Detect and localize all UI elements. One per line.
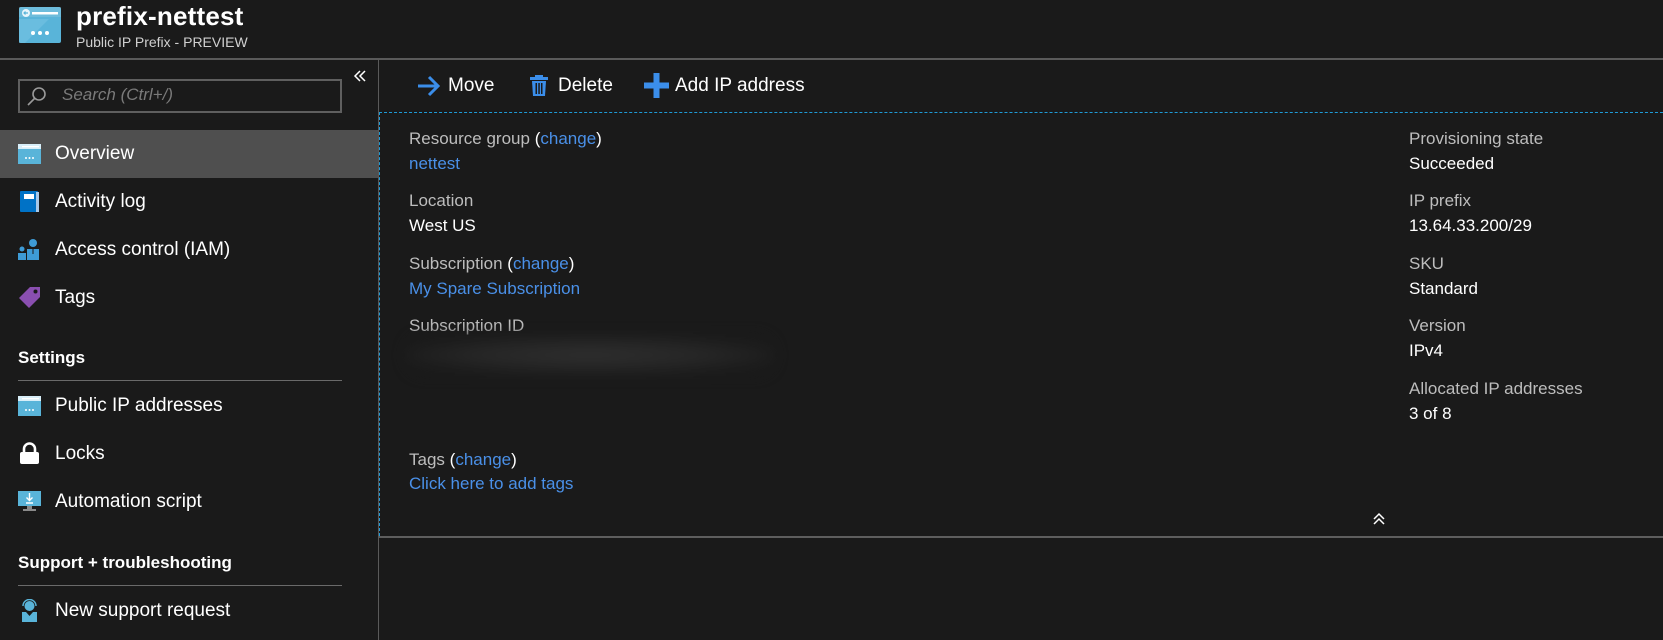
section-divider <box>18 380 342 381</box>
arrow-right-icon <box>417 75 441 102</box>
iam-icon <box>18 238 41 261</box>
allocated-ip-label: Allocated IP addresses <box>1409 379 1583 398</box>
sidebar-item-label: Overview <box>55 143 135 164</box>
allocated-ip-value: 3 of 8 <box>1409 404 1452 423</box>
tag-icon <box>18 286 41 309</box>
automation-script-icon <box>18 490 41 513</box>
subscription-id-value-redacted <box>405 335 775 375</box>
ip-prefix-value: 13.64.33.200/29 <box>1409 216 1532 235</box>
location-value: West US <box>409 216 476 235</box>
sidebar-item-public-ip-addresses[interactable]: Public IP addresses <box>0 382 378 430</box>
search-placeholder[interactable]: Search (Ctrl+/) <box>62 83 173 107</box>
sidebar-item-label: Activity log <box>55 191 146 212</box>
sidebar-item-label: Locks <box>55 443 105 464</box>
provisioning-state-value: Succeeded <box>1409 154 1495 173</box>
sku-value: Standard <box>1409 279 1478 298</box>
provisioning-state-label: Provisioning state <box>1409 129 1544 148</box>
sidebar-item-overview[interactable]: Overview <box>0 130 378 178</box>
overview-icon <box>18 142 41 165</box>
section-title-support: Support + troubleshooting <box>18 553 232 572</box>
subscription-id-label: Subscription ID <box>409 316 525 335</box>
delete-label: Delete <box>558 75 613 96</box>
sidebar-item-locks[interactable]: Locks <box>0 430 378 478</box>
sidebar-item-label: Access control (IAM) <box>55 239 231 260</box>
sidebar-item-automation-script[interactable]: Automation script <box>0 478 378 526</box>
public-ip-prefix-icon <box>19 7 61 43</box>
sidebar-item-activity-log[interactable]: Activity log <box>0 178 378 226</box>
sidebar-item-label: Public IP addresses <box>55 395 223 416</box>
subscription-label: Subscription (change) <box>409 254 575 273</box>
resource-group-link[interactable]: nettest <box>409 153 460 175</box>
double-chevron-left-icon[interactable] <box>352 68 368 84</box>
delete-button[interactable]: Delete <box>528 70 628 104</box>
add-ip-address-button[interactable]: Add IP address <box>643 70 813 104</box>
public-ip-icon <box>18 394 41 417</box>
version-value: IPv4 <box>1409 341 1444 360</box>
section-divider <box>18 585 342 586</box>
double-chevron-up-icon[interactable] <box>1371 511 1387 527</box>
sidebar-item-label: New support request <box>55 600 231 621</box>
ip-prefix-label: IP prefix <box>1409 191 1472 210</box>
move-label: Move <box>448 75 495 96</box>
location-label: Location <box>409 191 474 210</box>
sidebar-item-label: Tags <box>55 287 96 308</box>
page-subtitle: Public IP Prefix - PREVIEW <box>76 34 248 50</box>
sidebar-item-new-support-request[interactable]: New support request <box>0 587 378 635</box>
search-icon <box>26 85 48 107</box>
sidebar-item-label: Automation script <box>55 491 202 512</box>
page-title: prefix-nettest <box>76 1 244 31</box>
trash-icon <box>530 75 548 102</box>
resource-group-change-link[interactable]: change <box>540 129 596 148</box>
add-ip-address-label: Add IP address <box>675 75 805 96</box>
lock-icon <box>18 442 41 465</box>
tags-label: Tags (change) <box>409 450 517 469</box>
subscription-link[interactable]: My Spare Subscription <box>409 278 580 300</box>
support-request-icon <box>18 598 41 622</box>
sidebar-item-access-control[interactable]: Access control (IAM) <box>0 226 378 274</box>
sku-label: SKU <box>1409 254 1444 273</box>
tags-change-link[interactable]: change <box>455 450 511 469</box>
plus-icon <box>644 73 669 103</box>
version-label: Version <box>1409 316 1466 335</box>
resource-group-label: Resource group (change) <box>409 129 602 148</box>
sidebar-item-tags[interactable]: Tags <box>0 274 378 322</box>
subscription-change-link[interactable]: change <box>513 254 569 273</box>
section-title-settings: Settings <box>18 348 86 367</box>
move-button[interactable]: Move <box>415 70 500 104</box>
activity-log-icon <box>18 190 41 213</box>
essentials-divider <box>379 536 1663 538</box>
add-tags-link[interactable]: Click here to add tags <box>409 473 573 495</box>
